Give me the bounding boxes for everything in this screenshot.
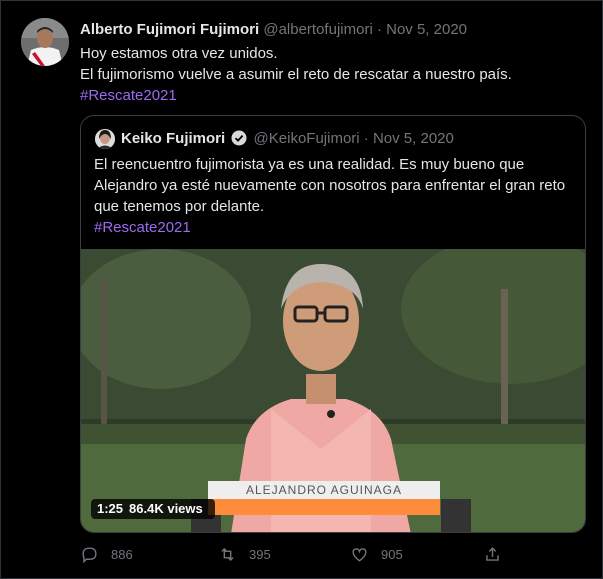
like-count: 905	[381, 546, 403, 562]
tweet-text: Hoy estamos otra vez unidos. El fujimori…	[80, 43, 590, 106]
meta-separator: ·	[372, 21, 387, 38]
author-handle[interactable]: @albertofujimori	[263, 21, 372, 38]
share-icon	[486, 546, 499, 561]
action-bar: 886 395 905	[80, 542, 510, 566]
video-caption: ALEJANDRO AGUINAGA	[208, 481, 440, 499]
author-avatar[interactable]	[21, 18, 69, 66]
quoted-line: Alejandro ya esté nuevamente con nosotro…	[94, 177, 566, 194]
quoted-tweet[interactable]: Keiko Fujimori @KeikoFujimori · Nov 5, 2…	[80, 115, 586, 533]
quoted-line: El reencuentro fujimorista ya es una rea…	[94, 156, 525, 173]
tweet-line: El fujimorismo vuelve a asumir el reto d…	[80, 66, 512, 83]
quoted-author-avatar	[95, 129, 115, 149]
retweet-button[interactable]: 395	[218, 542, 271, 566]
reply-count: 886	[111, 546, 133, 562]
video-player[interactable]: ALEJANDRO AGUINAGA 1:25 86.4K views	[81, 249, 585, 532]
verified-badge-icon	[231, 130, 247, 146]
retweet-count: 395	[249, 546, 271, 562]
reply-button[interactable]: 886	[80, 542, 133, 566]
caption-bar	[208, 499, 440, 515]
hashtag-link[interactable]: #Rescate2021	[80, 85, 590, 106]
quoted-date: Nov 5, 2020	[372, 130, 454, 147]
heart-icon	[352, 547, 367, 562]
video-duration: 1:25	[97, 501, 124, 516]
retweet-icon	[221, 547, 234, 561]
tweet-header: Alberto Fujimori Fujimori @albertofujimo…	[80, 21, 467, 38]
video-views: 86.4K views	[129, 501, 203, 516]
quoted-hashtag[interactable]: #Rescate2021	[94, 217, 574, 238]
like-button[interactable]: 905	[350, 542, 403, 566]
tweet-date[interactable]: Nov 5, 2020	[386, 21, 467, 38]
share-button[interactable]	[483, 542, 514, 566]
quoted-text: El reencuentro fujimorista ya es una rea…	[94, 154, 574, 238]
author-name[interactable]: Alberto Fujimori Fujimori	[80, 21, 259, 38]
quoted-header: Keiko Fujimori @KeikoFujimori · Nov 5, 2…	[121, 130, 454, 147]
tweet-line: Hoy estamos otra vez unidos.	[80, 45, 278, 62]
quoted-author-handle: @KeikoFujimori	[253, 130, 360, 147]
video-stats-badge: 1:25 86.4K views	[91, 499, 215, 519]
reply-icon	[82, 546, 97, 563]
tweet-card: Alberto Fujimori Fujimori @albertofujimo…	[0, 0, 603, 579]
quoted-author-name: Keiko Fujimori	[121, 130, 226, 147]
meta-separator: ·	[359, 130, 373, 147]
video-lower-third: ALEJANDRO AGUINAGA	[202, 479, 447, 519]
quoted-line: que tenemos por delante.	[94, 198, 265, 215]
